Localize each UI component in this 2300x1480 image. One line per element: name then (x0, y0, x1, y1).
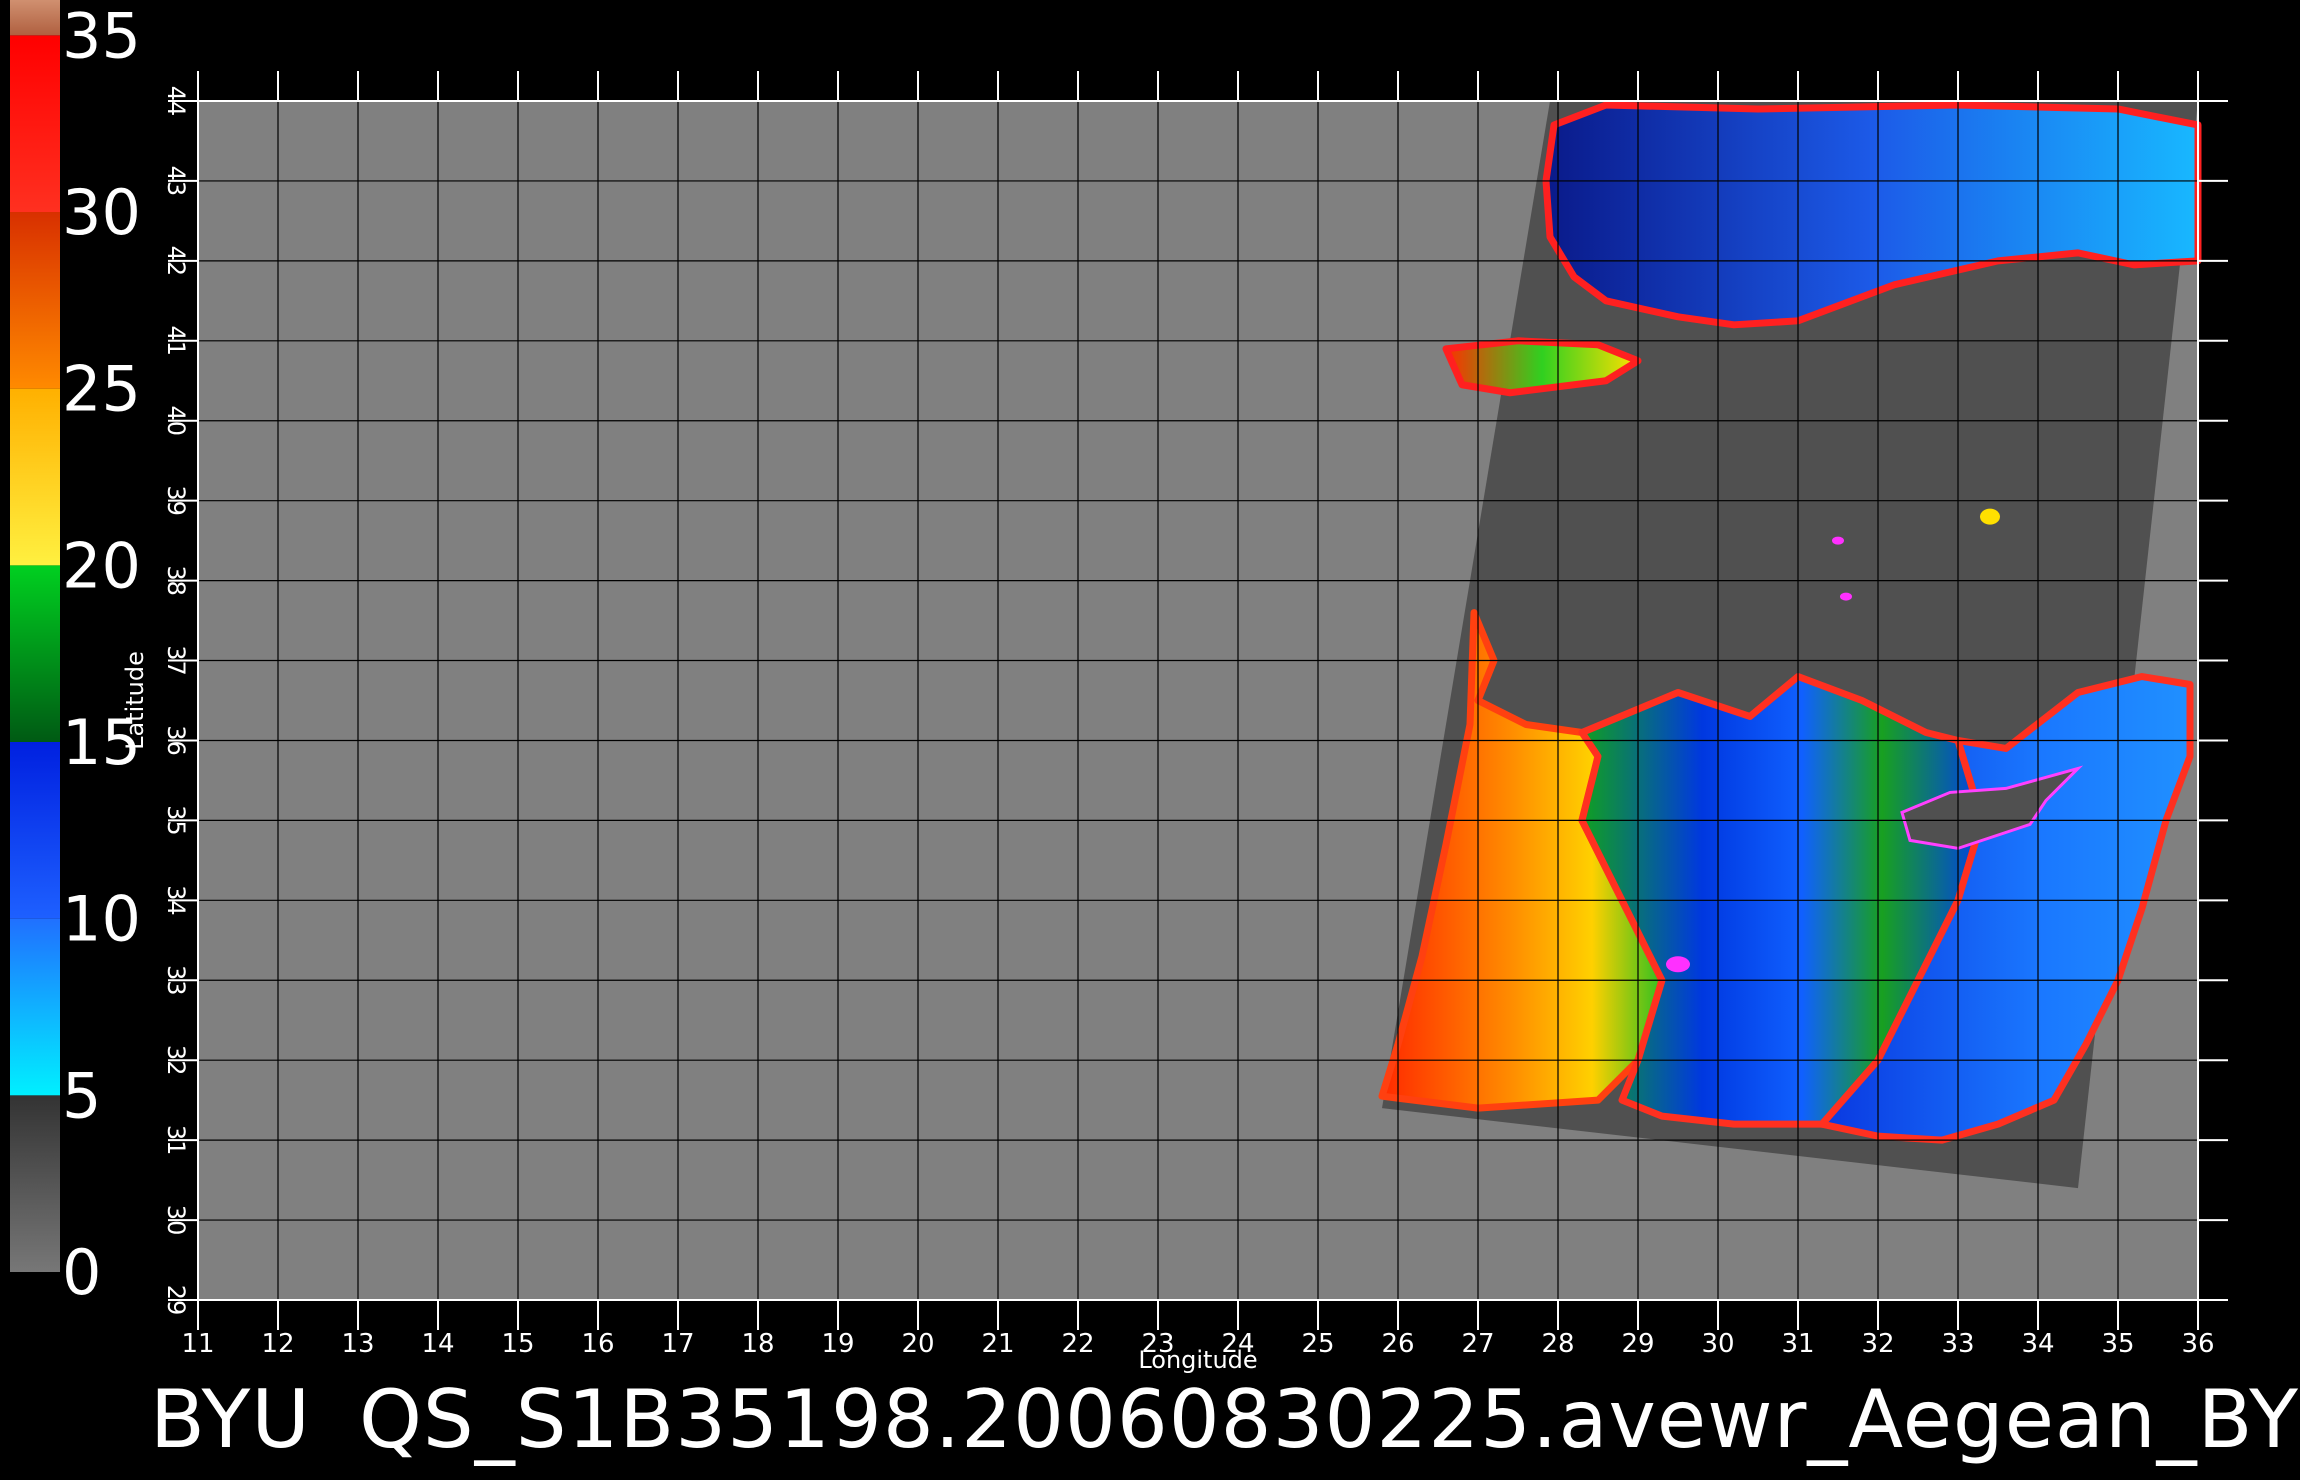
lat-tick-label: 35 (162, 805, 190, 836)
colorbar-tick-label: 25 (62, 353, 141, 426)
lat-tick-label: 36 (162, 725, 190, 756)
lon-tick-label: 36 (2181, 1329, 2214, 1359)
colorbar-segment (10, 388, 60, 566)
lat-tick-label: 29 (162, 1285, 190, 1316)
lon-tick-label: 32 (1861, 1329, 1894, 1359)
lon-tick-label: 35 (2101, 1329, 2134, 1359)
lat-tick-label: 37 (162, 645, 190, 676)
lat-tick-label: 38 (162, 565, 190, 596)
lon-tick-label: 11 (181, 1329, 214, 1359)
colorbar-segment (10, 742, 60, 919)
colorbar-segment (10, 35, 60, 213)
lon-tick-label: 28 (1541, 1329, 1574, 1359)
lat-tick-label: 44 (162, 86, 190, 117)
lon-tick-label: 25 (1301, 1329, 1334, 1359)
caption-filename: QS_S1B35198.20060830225.avewr_Aegean_BYU… (358, 1373, 2300, 1466)
lat-tick-label: 42 (162, 246, 190, 277)
colorbar-segment (10, 918, 60, 1096)
colorbar-segment (10, 1095, 60, 1272)
island-marker (1980, 508, 2000, 525)
lon-tick-label: 17 (661, 1329, 694, 1359)
lon-tick-label: 13 (341, 1329, 374, 1359)
caption-source: BYU (150, 1373, 311, 1466)
lat-tick-label: 31 (162, 1125, 190, 1156)
island-marker (1666, 956, 1690, 973)
lat-tick-label: 43 (162, 166, 190, 197)
lon-tick-label: 16 (581, 1329, 614, 1359)
lat-tick-label: 34 (162, 885, 190, 916)
lon-tick-label: 34 (2021, 1329, 2054, 1359)
lon-tick-label: 31 (1781, 1329, 1814, 1359)
lat-tick-label: 39 (162, 485, 190, 516)
lat-tick-label: 41 (162, 326, 190, 357)
colorbar-tick-label: 35 (62, 0, 141, 72)
lon-tick-label: 18 (741, 1329, 774, 1359)
colorbar-tick-label: 30 (62, 176, 141, 249)
colorbar-segment (10, 212, 60, 389)
lon-tick-label: 26 (1381, 1329, 1414, 1359)
y-axis-label: Latitude (121, 651, 149, 750)
colorbar-tick-label: 5 (62, 1059, 101, 1132)
island-marker (1840, 592, 1852, 601)
lon-tick-label: 33 (1941, 1329, 1974, 1359)
lat-tick-label: 30 (162, 1205, 190, 1236)
lon-tick-label: 20 (901, 1329, 934, 1359)
colorbar-tick-label: 10 (62, 883, 141, 956)
image-caption: BYU QS_S1B35198.20060830225.avewr_Aegean_… (150, 1365, 2300, 1475)
lon-tick-label: 27 (1461, 1329, 1494, 1359)
colorbar (10, 0, 60, 1272)
lon-tick-label: 30 (1701, 1329, 1734, 1359)
island-marker (1832, 536, 1844, 545)
lat-tick-label: 32 (162, 1045, 190, 1076)
lat-tick-label: 33 (162, 965, 190, 996)
lon-tick-label: 21 (981, 1329, 1014, 1359)
lon-tick-label: 22 (1061, 1329, 1094, 1359)
colorbar-segment (10, 0, 60, 36)
colorbar-tick-label: 20 (62, 529, 141, 602)
lat-tick-label: 40 (162, 405, 190, 436)
lon-tick-label: 19 (821, 1329, 854, 1359)
lon-tick-label: 15 (501, 1329, 534, 1359)
lon-tick-label: 29 (1621, 1329, 1654, 1359)
colorbar-tick-label: 0 (62, 1236, 101, 1309)
map-figure: 35302520151050 11 12 13 14 15 16 17 18 19 20 21 22 2… (10, 0, 2228, 1374)
lon-tick-label: 14 (421, 1329, 454, 1359)
colorbar-segment (10, 565, 60, 742)
lon-tick-label: 12 (261, 1329, 294, 1359)
